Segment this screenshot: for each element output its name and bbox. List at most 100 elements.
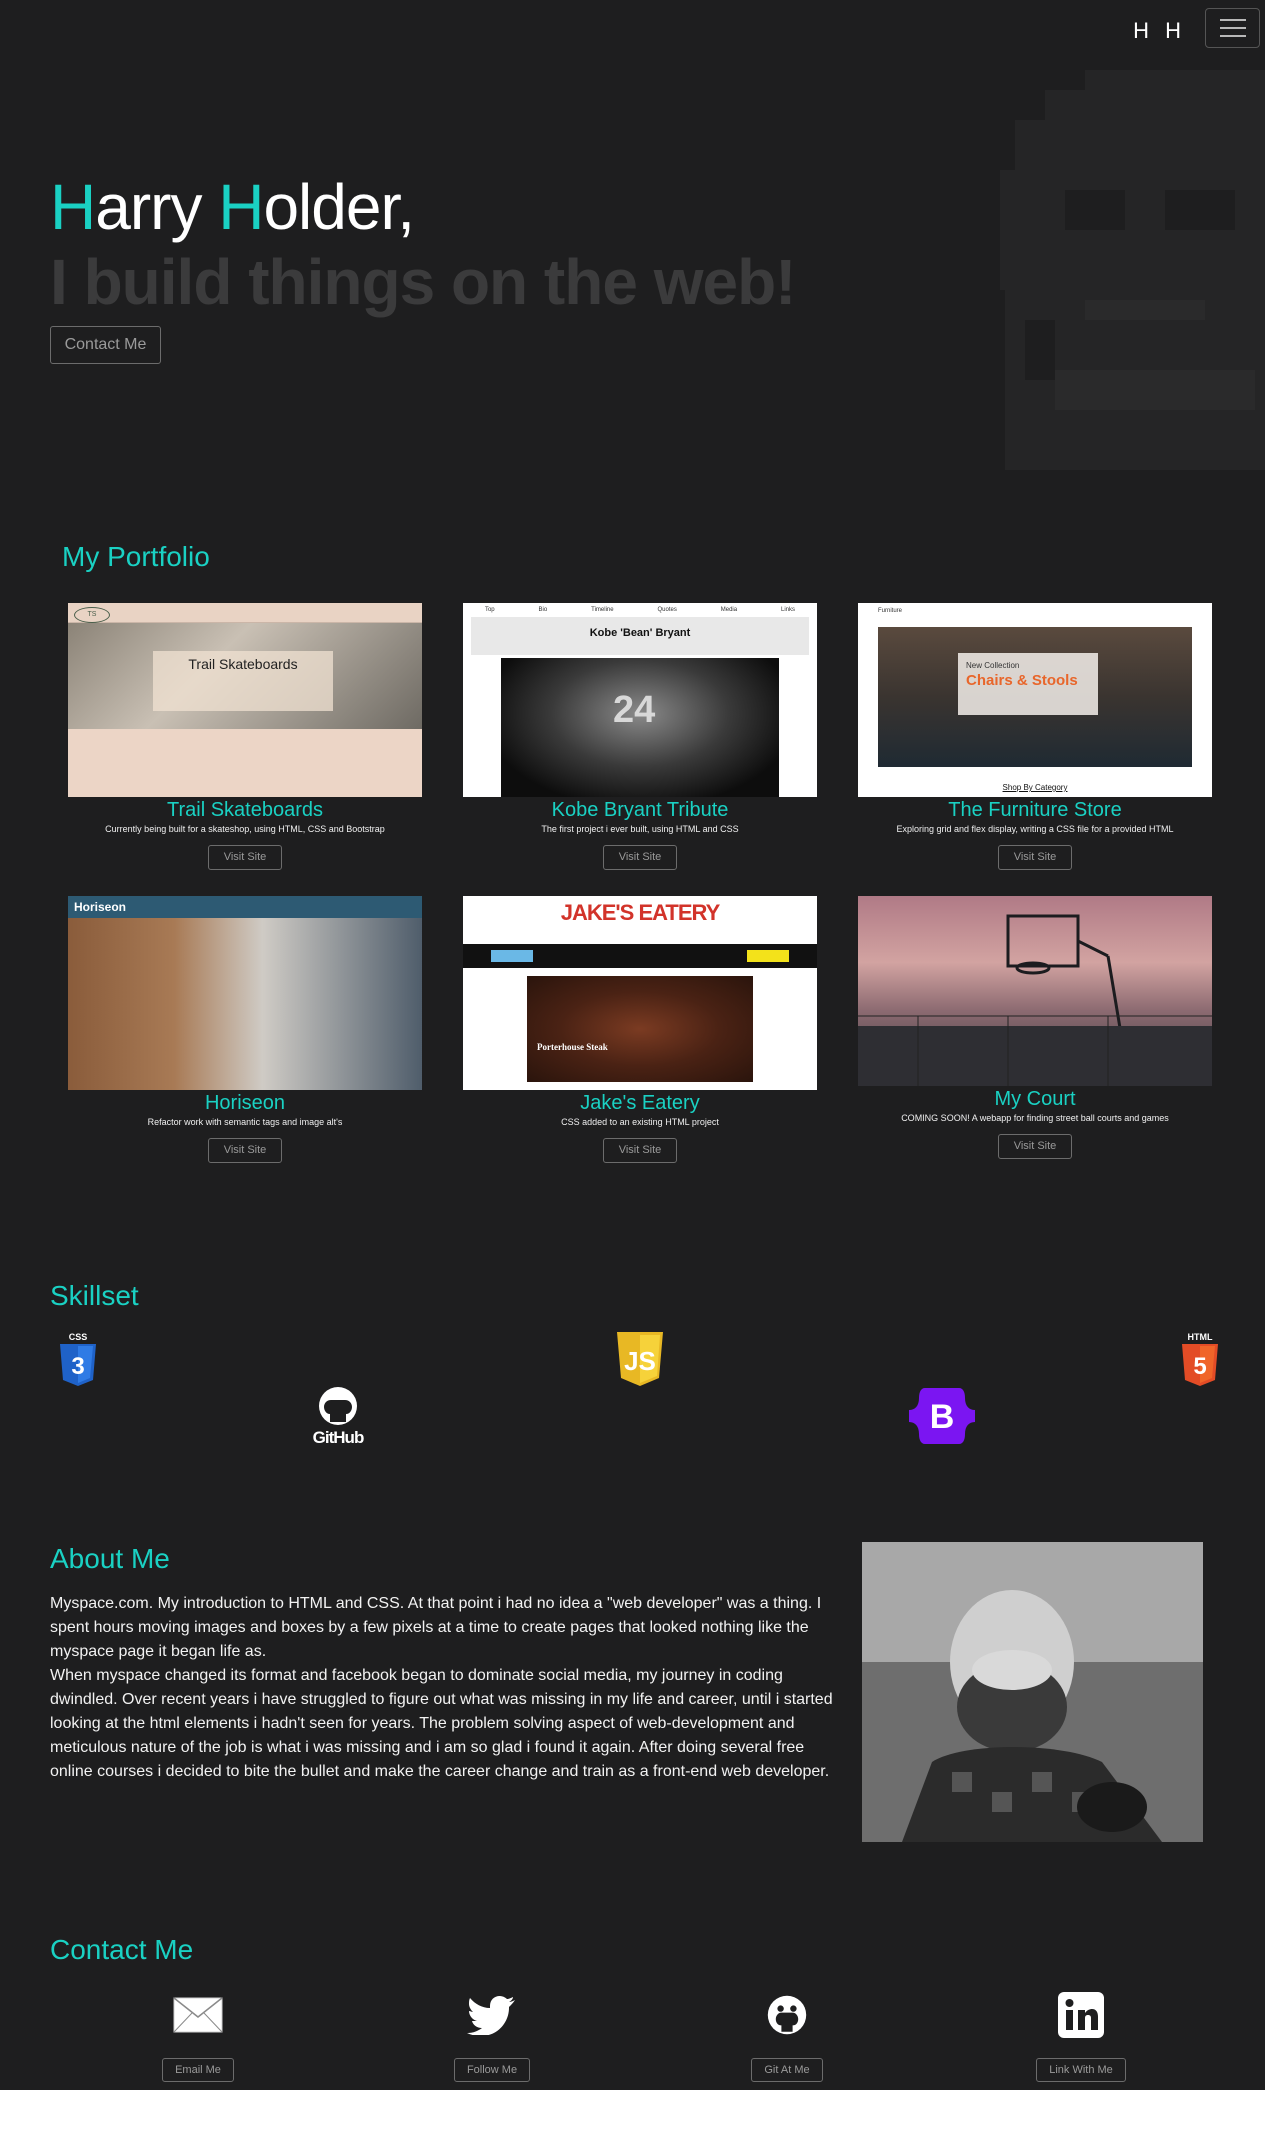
profile-photo bbox=[862, 1542, 1203, 1842]
about-paragraph: When myspace changed its format and face… bbox=[50, 1667, 833, 1780]
thumb-nav: Horiseon bbox=[68, 896, 422, 918]
profile-photo-illustration bbox=[862, 1542, 1203, 1842]
svg-text:3: 3 bbox=[71, 1353, 84, 1380]
thumb-category-link: Shop By Category bbox=[1002, 783, 1068, 792]
thumb-header: Kobe 'Bean' Bryant bbox=[471, 617, 809, 655]
contact-title: Contact Me bbox=[50, 1934, 194, 1965]
thumb-logo: TS bbox=[74, 607, 110, 623]
page: H H Harry Holder, I build things on the … bbox=[0, 0, 1265, 2090]
about-title: About Me bbox=[50, 1543, 170, 1574]
git-at-me-button[interactable]: Git At Me bbox=[751, 2058, 823, 2082]
html5-icon: HTML 5 bbox=[1182, 1332, 1218, 1386]
follow-me-button[interactable]: Follow Me bbox=[453, 2058, 531, 2082]
about-text: Myspace.com. My introduction to HTML and… bbox=[50, 1592, 840, 1784]
menu-icon-line bbox=[1219, 19, 1246, 21]
visit-site-button[interactable]: Visit Site bbox=[603, 845, 677, 870]
contact-me-button[interactable]: Contact Me bbox=[50, 326, 161, 364]
contact-item-twitter: Follow Me bbox=[432, 1995, 552, 2082]
thumb-hero-panel: New Collection Chairs & Stools bbox=[958, 653, 1098, 715]
project-title: My Court bbox=[994, 1088, 1076, 1110]
linkedin-icon[interactable] bbox=[1056, 1990, 1106, 2040]
skillset-title: Skillset bbox=[50, 1280, 139, 1311]
project-description: Exploring grid and flex display, writing… bbox=[896, 824, 1174, 834]
hero-name: Harry Holder, bbox=[50, 170, 415, 244]
thumb-subheading: New Collection bbox=[966, 661, 1020, 670]
name-initial-last: H bbox=[218, 171, 264, 243]
name-first-rest: arry bbox=[95, 171, 219, 243]
thumb-item-label: Porterhouse Steak bbox=[537, 1042, 608, 1052]
navbar-toggler-button[interactable] bbox=[1205, 8, 1260, 48]
thumb-jersey-number: 24 bbox=[613, 689, 656, 731]
visit-site-button[interactable]: Visit Site bbox=[208, 845, 282, 870]
name-initial-first: H bbox=[50, 171, 96, 243]
project-description: The first project i ever built, using HT… bbox=[541, 824, 739, 834]
visit-site-button[interactable]: Visit Site bbox=[603, 1138, 677, 1163]
project-thumbnail-jakes-eatery[interactable]: JAKE'S EATERY Porterhouse Steak bbox=[463, 896, 817, 1090]
thumb-nav-button bbox=[491, 950, 533, 962]
project-thumbnail-horiseon[interactable]: Horiseon bbox=[68, 896, 422, 1090]
thumb-hero-box: Trail Skateboards bbox=[153, 651, 333, 711]
project-title: Horiseon bbox=[204, 1092, 286, 1114]
project-thumbnail-trail-skateboards[interactable]: TS Trail Skateboards bbox=[68, 603, 422, 797]
project-description: Refactor work with semantic tags and ima… bbox=[147, 1117, 343, 1127]
hero-pixel-portrait bbox=[1000, 70, 1265, 470]
menu-icon-line bbox=[1219, 35, 1246, 37]
html5-label: HTML bbox=[1188, 1332, 1213, 1342]
project-card: JAKE'S EATERY Porterhouse Steak Jake's E… bbox=[463, 896, 817, 1163]
javascript-label: JS bbox=[624, 1346, 656, 1376]
project-description: COMING SOON! A webapp for finding street… bbox=[901, 1113, 1169, 1123]
thumb-nav-item: Media bbox=[720, 607, 738, 613]
envelope-icon[interactable] bbox=[173, 1995, 223, 2035]
project-card: Furniture New Collection Chairs & Stools… bbox=[858, 603, 1212, 870]
thumb-nav-item: Bio bbox=[538, 607, 548, 613]
javascript-icon: JS bbox=[617, 1332, 663, 1386]
thumb-nav-item: Top bbox=[484, 607, 495, 613]
project-description: CSS added to an existing HTML project bbox=[561, 1117, 719, 1127]
thumb-nav: Top Bio Timeline Quotes Media Links bbox=[463, 603, 817, 617]
project-title: Kobe Bryant Tribute bbox=[551, 799, 729, 821]
project-title: The Furniture Store bbox=[948, 799, 1122, 821]
thumb-image: Porterhouse Steak bbox=[527, 976, 753, 1082]
thumb-heading: JAKE'S EATERY bbox=[560, 900, 721, 925]
contact-item-email: Email Me bbox=[138, 1995, 258, 2082]
css3-icon: CSS 3 bbox=[60, 1332, 96, 1386]
contact-item-github: Git At Me bbox=[727, 1995, 847, 2082]
project-thumbnail-furniture-store[interactable]: Furniture New Collection Chairs & Stools… bbox=[858, 603, 1212, 797]
thumb-image bbox=[68, 918, 422, 1090]
thumb-nav-button bbox=[747, 950, 789, 962]
thumb-nav-item: Timeline bbox=[591, 607, 614, 613]
visit-site-button[interactable]: Visit Site bbox=[998, 845, 1072, 870]
github-icon: GitHub bbox=[313, 1387, 365, 1446]
project-title: Trail Skateboards bbox=[167, 799, 323, 821]
css3-label: CSS bbox=[69, 1332, 88, 1342]
menu-icon-line bbox=[1219, 27, 1246, 29]
link-with-me-button[interactable]: Link With Me bbox=[1036, 2058, 1126, 2082]
thumb-nav: Furniture bbox=[878, 608, 903, 614]
email-me-button[interactable]: Email Me bbox=[162, 2058, 234, 2082]
navbar-brand[interactable]: H H bbox=[1133, 18, 1186, 44]
project-card: Top Bio Timeline Quotes Media Links Kobe… bbox=[463, 603, 817, 870]
basketball-hoop-image bbox=[858, 914, 1212, 1086]
project-thumbnail-my-court[interactable] bbox=[858, 896, 1212, 1086]
project-card: My Court COMING SOON! A webapp for findi… bbox=[858, 896, 1212, 1159]
thumb-heading: Trail Skateboards bbox=[188, 656, 298, 672]
svg-text:5: 5 bbox=[1193, 1353, 1206, 1380]
contact-item-linkedin: Link With Me bbox=[1021, 1992, 1141, 2082]
project-thumbnail-kobe-bryant[interactable]: Top Bio Timeline Quotes Media Links Kobe… bbox=[463, 603, 817, 797]
visit-site-button[interactable]: Visit Site bbox=[998, 1134, 1072, 1159]
thumb-nav bbox=[463, 944, 817, 968]
thumb-nav-item: Quotes bbox=[657, 607, 677, 613]
github-icon[interactable] bbox=[762, 1995, 812, 2035]
thumb-nav bbox=[68, 603, 422, 623]
about-paragraph: Myspace.com. My introduction to HTML and… bbox=[50, 1595, 822, 1660]
project-card: Horiseon Horiseon Refactor work with sem… bbox=[68, 896, 422, 1163]
thumb-nav-item: Links bbox=[781, 607, 796, 613]
twitter-icon[interactable] bbox=[467, 1995, 517, 2036]
name-last-rest: older, bbox=[263, 171, 415, 243]
project-description: Currently being built for a skateshop, u… bbox=[105, 824, 385, 834]
thumb-heading: Kobe 'Bean' Bryant bbox=[589, 627, 691, 639]
bootstrap-icon: B bbox=[909, 1388, 975, 1444]
visit-site-button[interactable]: Visit Site bbox=[208, 1138, 282, 1163]
thumb-heading: Chairs & Stools bbox=[966, 672, 1078, 689]
github-label: GitHub bbox=[313, 1428, 364, 1446]
